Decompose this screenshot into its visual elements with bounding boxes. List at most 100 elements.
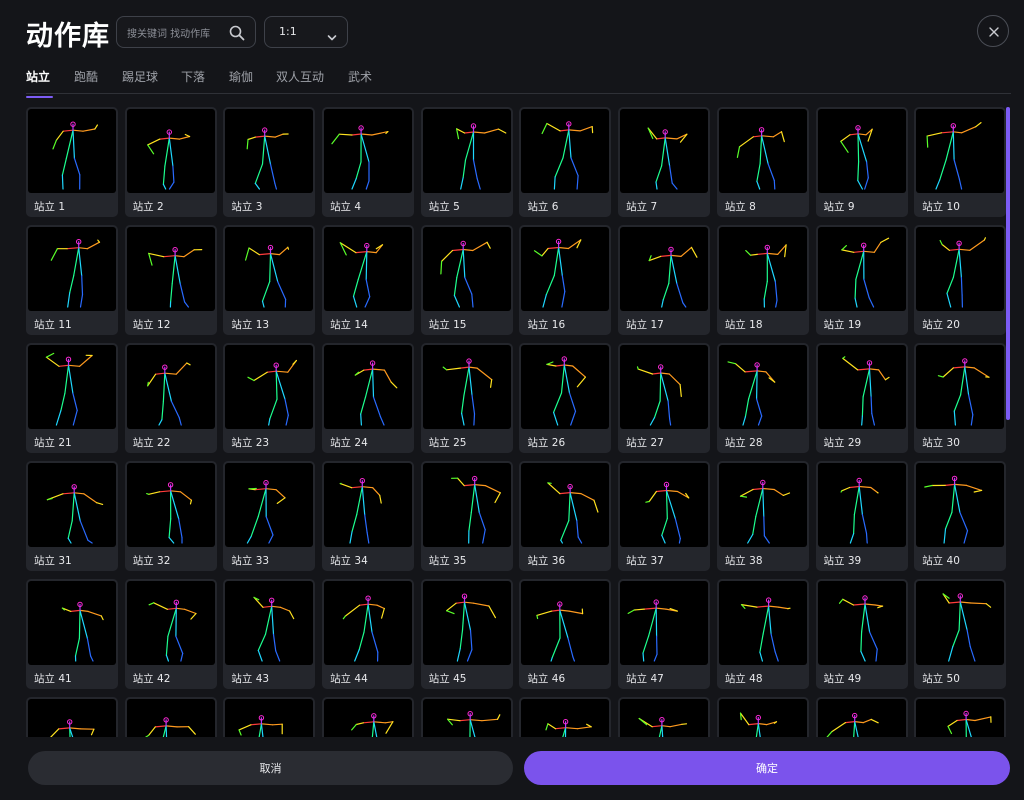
dialog-header: 动作库 1:1 — [0, 0, 1024, 64]
pose-label: 站立 37 — [626, 555, 664, 567]
pose-card[interactable]: 站立 30 — [914, 343, 1007, 453]
pose-card[interactable]: 站立 1 — [26, 107, 118, 217]
pose-label: 站立 14 — [330, 319, 368, 331]
pose-card[interactable] — [519, 697, 612, 737]
pose-card[interactable]: 站立 22 — [124, 343, 217, 453]
pose-card[interactable] — [914, 697, 1007, 737]
pose-thumbnail — [620, 463, 709, 547]
pose-card[interactable]: 站立 33 — [223, 461, 316, 571]
pose-card[interactable]: 站立 12 — [124, 225, 217, 335]
pose-thumbnail — [916, 345, 1005, 429]
tab-yoga[interactable]: 瑜伽 — [229, 68, 253, 85]
pose-card[interactable]: 站立 36 — [519, 461, 612, 571]
pose-card[interactable]: 站立 29 — [815, 343, 908, 453]
pose-card[interactable] — [322, 697, 415, 737]
confirm-button[interactable]: 确定 — [524, 751, 1010, 785]
pose-label: 站立 32 — [132, 555, 171, 567]
tab-martial-arts[interactable]: 武术 — [348, 68, 372, 85]
pose-card[interactable]: 站立 32 — [124, 461, 217, 571]
pose-card[interactable]: 站立 43 — [223, 579, 316, 689]
close-icon — [989, 27, 999, 37]
pose-thumbnail — [28, 581, 116, 665]
pose-card[interactable] — [223, 697, 316, 737]
pose-card[interactable] — [815, 697, 908, 737]
pose-card[interactable]: 站立 37 — [618, 461, 711, 571]
search-icon[interactable] — [229, 25, 245, 41]
pose-thumbnail — [324, 463, 413, 547]
pose-card[interactable] — [124, 697, 217, 737]
pose-label: 站立 42 — [132, 673, 171, 685]
pose-card[interactable] — [420, 697, 513, 737]
cancel-button[interactable]: 取消 — [28, 751, 513, 785]
pose-card[interactable]: 站立 5 — [420, 107, 513, 217]
pose-card[interactable]: 站立 23 — [223, 343, 316, 453]
tab-soccer[interactable]: 踢足球 — [122, 68, 158, 85]
pose-card[interactable]: 站立 28 — [716, 343, 809, 453]
pose-card[interactable] — [618, 697, 711, 737]
pose-card[interactable]: 站立 17 — [618, 225, 711, 335]
pose-card[interactable]: 站立 48 — [716, 579, 809, 689]
pose-label: 站立 15 — [428, 319, 467, 331]
aspect-ratio-select[interactable]: 1:1 — [264, 16, 348, 48]
pose-card[interactable]: 站立 10 — [914, 107, 1007, 217]
pose-card[interactable]: 站立 20 — [914, 225, 1007, 335]
tab-duo-interaction[interactable]: 双人互动 — [276, 68, 324, 85]
pose-card[interactable]: 站立 4 — [322, 107, 415, 217]
tab-parkour[interactable]: 跑酷 — [74, 68, 98, 85]
pose-thumbnail — [817, 581, 906, 665]
pose-card[interactable]: 站立 21 — [26, 343, 118, 453]
pose-card[interactable]: 站立 31 — [26, 461, 118, 571]
pose-card[interactable]: 站立 42 — [124, 579, 217, 689]
pose-thumbnail — [521, 109, 610, 193]
pose-label: 站立 40 — [922, 555, 960, 567]
pose-card[interactable]: 站立 6 — [519, 107, 612, 217]
pose-card[interactable]: 站立 9 — [815, 107, 908, 217]
pose-grid-viewport[interactable]: 站立 1 站立 2 站立 3 站立 4 站立 5 站立 6 站立 7 站立 8 站立 9 站立 1… — [26, 107, 1011, 737]
pose-label: 站立 17 — [626, 319, 664, 331]
pose-card[interactable]: 站立 38 — [716, 461, 809, 571]
pose-card[interactable]: 站立 49 — [815, 579, 908, 689]
pose-card[interactable]: 站立 40 — [914, 461, 1007, 571]
pose-card[interactable]: 站立 3 — [223, 107, 316, 217]
pose-card[interactable]: 站立 39 — [815, 461, 908, 571]
pose-card[interactable]: 站立 34 — [322, 461, 415, 571]
pose-card[interactable]: 站立 47 — [618, 579, 711, 689]
tab-label: 踢足球 — [122, 70, 159, 84]
tab-standing[interactable]: 站立 — [26, 68, 53, 98]
pose-card[interactable]: 站立 25 — [420, 343, 513, 453]
pose-card[interactable] — [716, 697, 809, 737]
tab-falling[interactable]: 下落 — [181, 68, 205, 85]
pose-card[interactable]: 站立 35 — [420, 461, 513, 571]
pose-card[interactable]: 站立 24 — [322, 343, 415, 453]
pose-label: 站立 5 — [428, 201, 460, 213]
pose-card[interactable]: 站立 15 — [420, 225, 513, 335]
pose-thumbnail — [324, 109, 413, 193]
pose-card[interactable]: 站立 41 — [26, 579, 118, 689]
pose-thumbnail — [324, 227, 413, 311]
tab-label: 武术 — [348, 70, 373, 84]
close-button[interactable] — [977, 15, 1009, 47]
pose-card[interactable]: 站立 14 — [322, 225, 415, 335]
category-tabs: 站立 跑酷 踢足球 下落 瑜伽 双人互动 武术 — [26, 62, 1011, 98]
pose-card[interactable]: 站立 46 — [519, 579, 612, 689]
pose-card[interactable]: 站立 16 — [519, 225, 612, 335]
pose-card[interactable]: 站立 19 — [815, 225, 908, 335]
pose-card[interactable] — [26, 697, 118, 737]
pose-card[interactable]: 站立 27 — [618, 343, 711, 453]
pose-card[interactable]: 站立 8 — [716, 107, 809, 217]
pose-card[interactable]: 站立 18 — [716, 225, 809, 335]
pose-card[interactable]: 站立 7 — [618, 107, 711, 217]
pose-label: 站立 49 — [823, 673, 862, 685]
pose-thumbnail — [28, 227, 116, 311]
pose-card[interactable]: 站立 44 — [322, 579, 415, 689]
pose-card[interactable]: 站立 45 — [420, 579, 513, 689]
search-box[interactable] — [116, 16, 256, 48]
pose-card[interactable]: 站立 50 — [914, 579, 1007, 689]
pose-card[interactable]: 站立 11 — [26, 225, 118, 335]
pose-card[interactable]: 站立 13 — [223, 225, 316, 335]
pose-card[interactable]: 站立 2 — [124, 107, 217, 217]
pose-thumbnail — [28, 463, 116, 547]
pose-card[interactable]: 站立 26 — [519, 343, 612, 453]
search-input[interactable] — [125, 23, 231, 45]
scrollbar-thumb[interactable] — [1006, 107, 1010, 420]
